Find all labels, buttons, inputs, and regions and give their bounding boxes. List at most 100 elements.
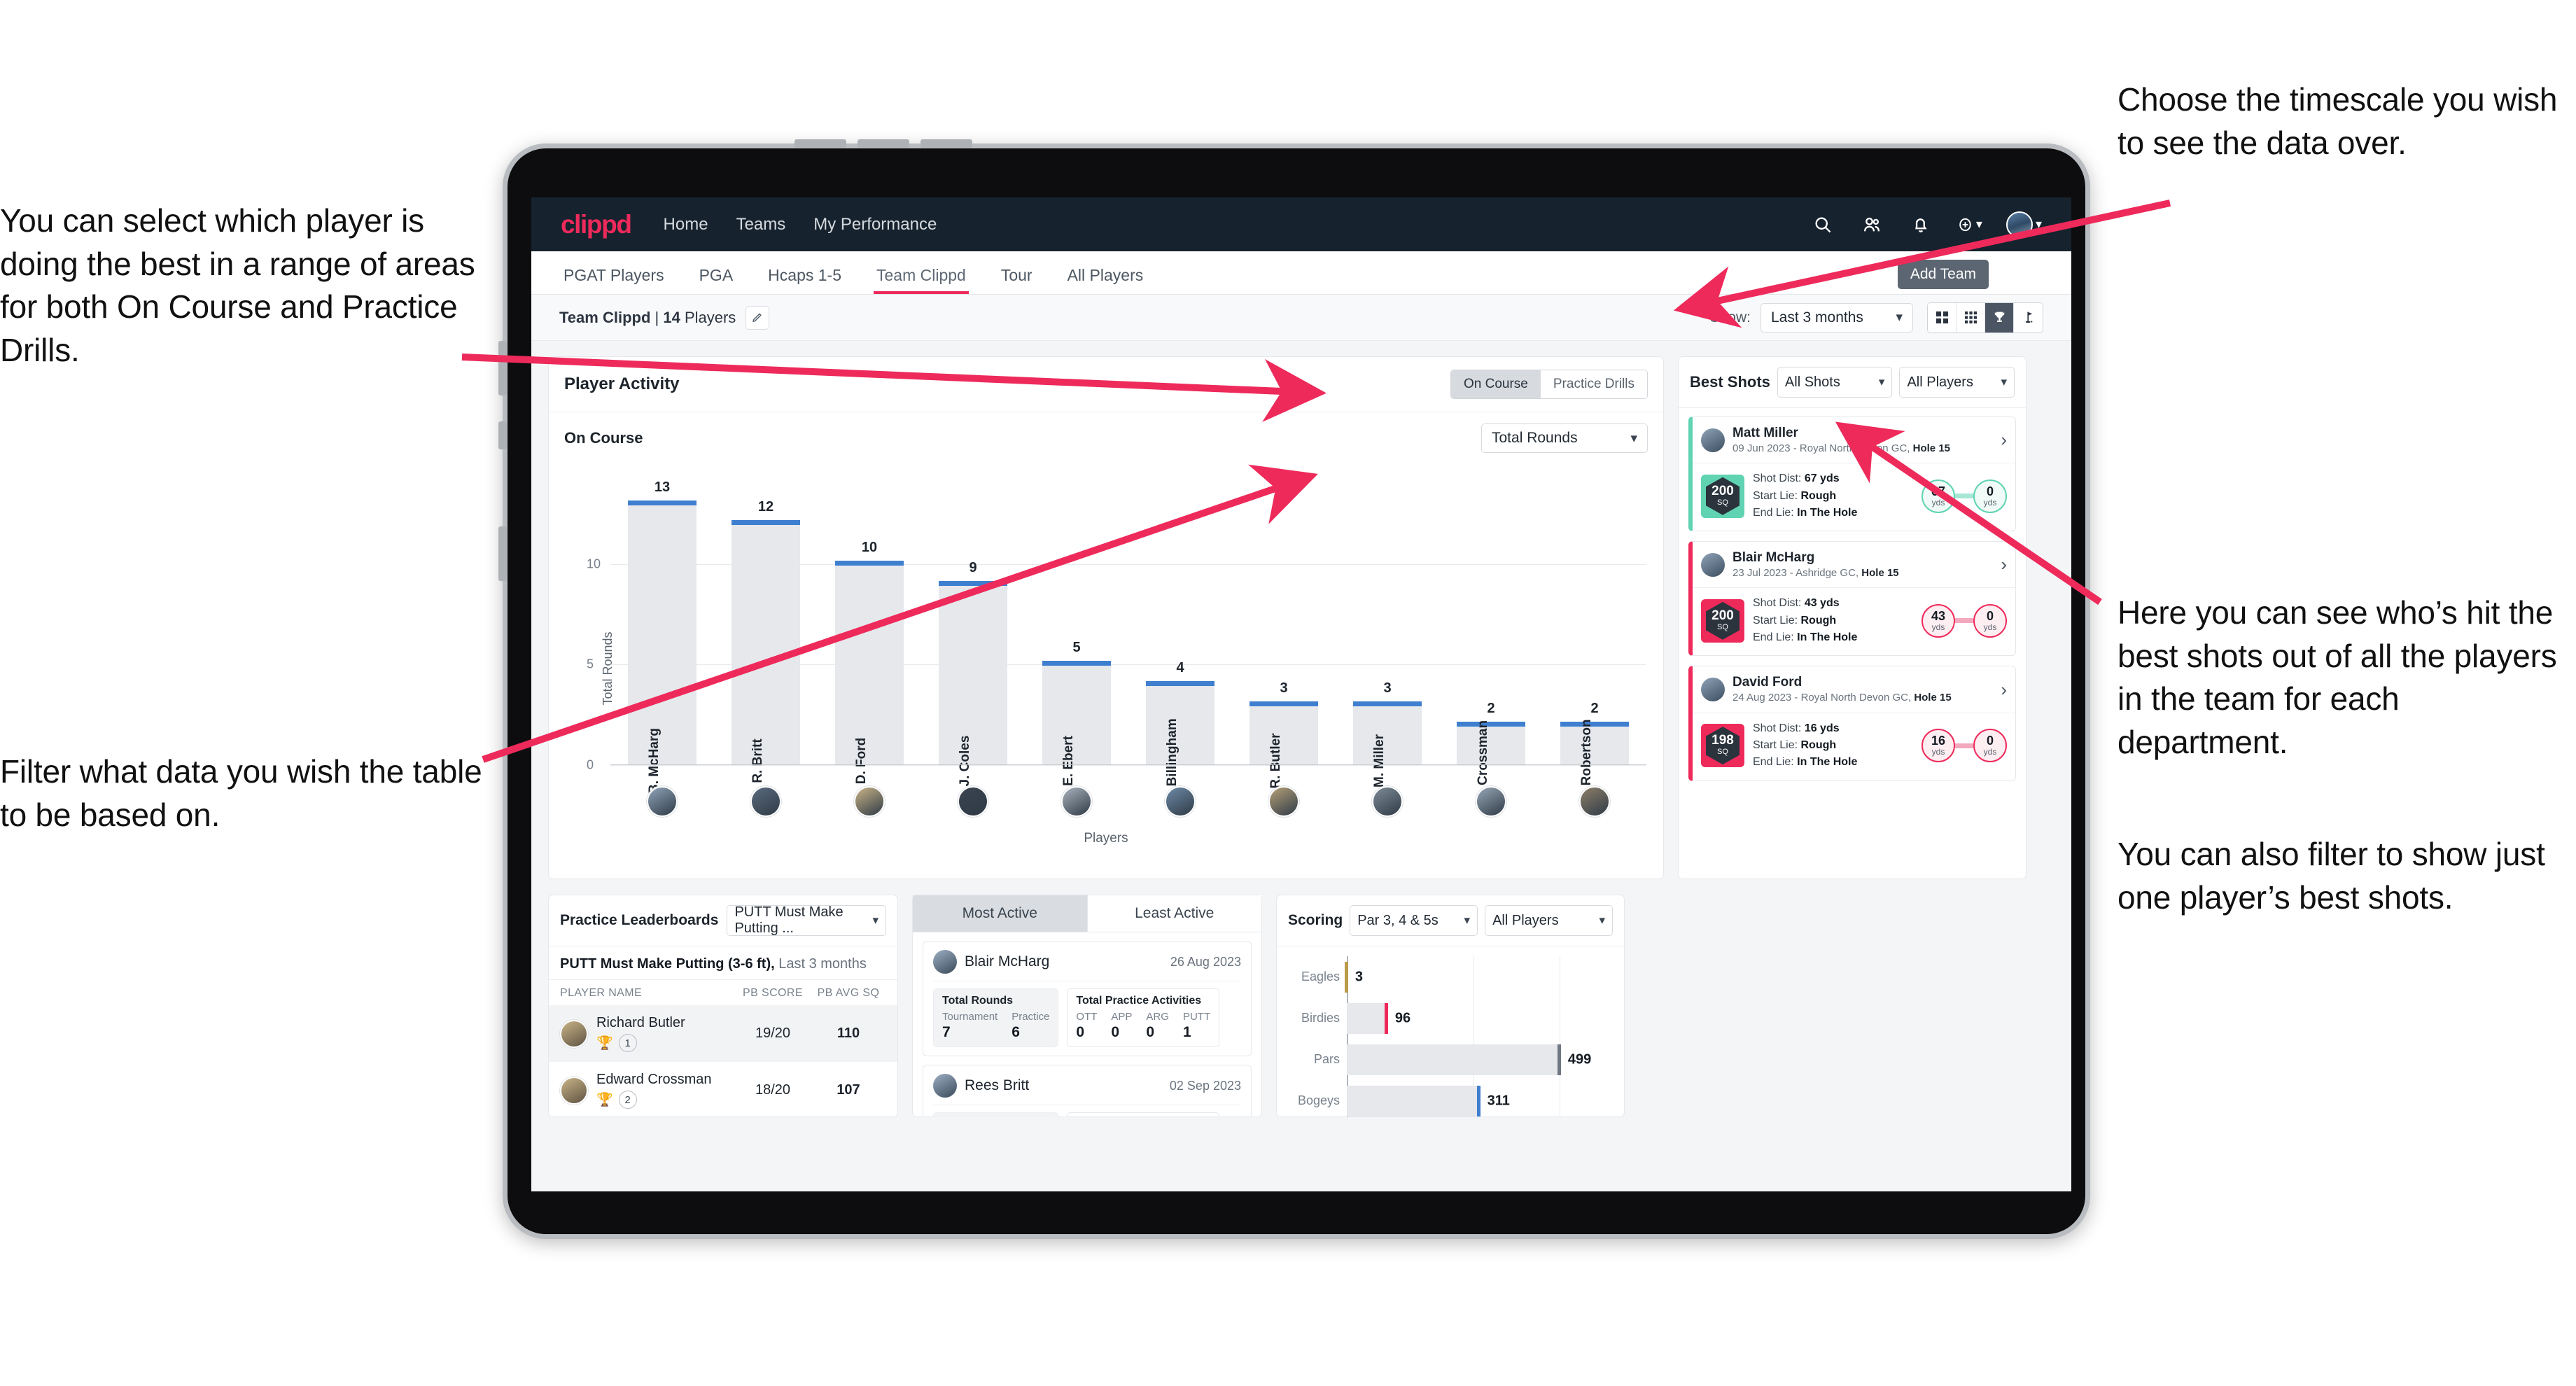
best-shot-hole: Hole 15: [1861, 566, 1899, 579]
end-lie-row: End Lie: In The Hole: [1753, 756, 1858, 769]
nav-link-teams[interactable]: Teams: [736, 215, 786, 234]
chevron-down-icon: ▾: [872, 913, 878, 927]
tab-pgat-players[interactable]: PGAT Players: [561, 266, 667, 294]
best-shot-meta: 23 Jul 2023 - Ashridge GC, Hole 15: [1732, 566, 1899, 579]
scoring-bar-tip: [1344, 961, 1348, 993]
practice-leaderboards-header: Practice Leaderboards PUTT Must Make Put…: [549, 895, 897, 946]
scoring-bar: [1347, 1044, 1561, 1075]
drill-select[interactable]: PUTT Must Make Putting ... ▾: [727, 904, 886, 936]
tab-hcaps-1-5[interactable]: Hcaps 1-5: [765, 266, 844, 294]
bar-category-label: R. Butler: [1268, 733, 1283, 789]
best-shot-body: 198 SQ Shot Dist: 16 yds Start Lie: Rough En…: [1693, 712, 2015, 780]
activity-player-name: Rees Britt: [965, 1077, 1030, 1093]
chart-bar-column: 9 J. Coles: [921, 484, 1025, 786]
trophy-icon[interactable]: [1985, 302, 2014, 332]
scoring-par-filter[interactable]: Par 3, 4 & 5s ▾: [1350, 905, 1478, 936]
annotation-right-top: Choose the timescale you wish to see the…: [2118, 81, 2558, 161]
chevron-right-icon[interactable]: ›: [2001, 679, 2007, 701]
practice-leaderboards-rows: Richard Butler 🏆 1 19/20 110 Edward Crossman 🏆…: [549, 1005, 897, 1117]
timescale-select[interactable]: Last 3 months ▾: [1760, 302, 1913, 332]
best-shot-header: David Ford 24 Aug 2023 - Royal North Devo…: [1693, 666, 2015, 712]
practice-leaderboards-subtitle: PUTT Must Make Putting (3-6 ft), Last 3 …: [549, 946, 897, 980]
practice-metric-label: PUTT: [1182, 1011, 1211, 1023]
end-lie-value: In The Hole: [1797, 631, 1858, 644]
chart-avatar-cell[interactable]: [1439, 786, 1543, 817]
chart-avatar-cell[interactable]: [610, 786, 714, 817]
annotation-left-bottom: Filter what data you wish the table to b…: [0, 753, 482, 833]
best-shot-header: Matt Miller 09 Jun 2023 - Royal North Dev…: [1693, 417, 2015, 463]
chevron-down-icon: ▾: [2035, 217, 2042, 231]
end-lie-row: End Lie: In The Hole: [1753, 631, 1858, 644]
chart-avatar-cell[interactable]: [921, 786, 1025, 817]
best-shot-card[interactable]: Blair McHarg 23 Jul 2023 - Ashridge GC, H…: [1688, 541, 2016, 657]
shot-quality-value: 200: [1712, 608, 1734, 623]
best-shots-list: Matt Miller 09 Jun 2023 - Royal North Dev…: [1679, 408, 2026, 790]
avatar: [750, 786, 781, 817]
metric-select[interactable]: Total Rounds ▾: [1481, 424, 1648, 453]
leaderboard-player-name: Edward Crossman: [596, 1072, 712, 1087]
practice-metric-label: ARG: [1146, 1011, 1169, 1023]
bell-icon[interactable]: [1908, 212, 1933, 237]
chart-avatar-cell[interactable]: [1232, 786, 1336, 817]
activity-item[interactable]: Rees Britt 02 Sep 2023 Total RoundsTournam…: [923, 1065, 1252, 1117]
tab-all-players[interactable]: All Players: [1065, 266, 1147, 294]
screenshot-stage: You can select which player is doing the…: [0, 0, 2576, 1386]
tab-team-clippd[interactable]: Team Clippd: [874, 266, 969, 294]
activity-item[interactable]: Blair McHarg 26 Aug 2023 Total Rounds Tourn…: [923, 941, 1252, 1056]
chart-avatar-cell[interactable]: [1543, 786, 1646, 817]
segment-on-course[interactable]: On Course: [1451, 370, 1541, 398]
plus-circle-icon[interactable]: ▾: [1957, 212, 1982, 237]
scoring-value: 311: [1487, 1093, 1510, 1108]
grid-small-icon[interactable]: [1956, 302, 1985, 332]
chart-avatar-cell[interactable]: [714, 786, 818, 817]
best-shots-title: Best Shots: [1690, 373, 1770, 391]
chart-bar-column: 3 R. Butler: [1232, 484, 1336, 789]
tab-most-active[interactable]: Most Active: [913, 895, 1088, 932]
nav-link-home[interactable]: Home: [664, 215, 708, 234]
tab-tour[interactable]: Tour: [998, 266, 1035, 294]
bar-category-label: M. Miller: [1371, 734, 1387, 788]
chart-avatar-cell[interactable]: [1128, 786, 1232, 817]
avatar: [1372, 786, 1403, 817]
table-row[interactable]: Richard Butler 🏆 1 19/20 110: [549, 1005, 897, 1062]
best-shot-card[interactable]: David Ford 24 Aug 2023 - Royal North Devo…: [1688, 666, 2016, 781]
chevron-down-icon: ▾: [1878, 375, 1885, 388]
chart-avatar-cell[interactable]: [818, 786, 921, 817]
avatar: [854, 786, 885, 817]
chart-bar-column: 3 M. Miller: [1336, 484, 1439, 788]
rounds-metric-label: Practice: [1011, 1011, 1050, 1023]
timescale-value: Last 3 months: [1771, 309, 1863, 326]
app-logo[interactable]: clippd: [561, 210, 632, 239]
search-icon[interactable]: [1810, 212, 1835, 237]
chart-avatar-cell[interactable]: [1025, 786, 1128, 817]
chart-avatar-cell[interactable]: [1336, 786, 1439, 817]
best-shots-shot-filter[interactable]: All Shots ▾: [1777, 367, 1893, 398]
avatar-icon[interactable]: ▾: [2005, 211, 2042, 238]
bar: E. Crossman: [1457, 720, 1525, 802]
segment-practice-drills[interactable]: Practice Drills: [1540, 370, 1647, 398]
pencil-icon[interactable]: [746, 305, 770, 330]
hexagon-icon: 200 SQ: [1706, 601, 1740, 640]
tab-least-active[interactable]: Least Active: [1087, 895, 1261, 932]
leaderboard-badges: 🏆 2: [596, 1091, 735, 1109]
table-row[interactable]: Edward Crossman 🏆 2 18/20 107: [549, 1062, 897, 1117]
shot-end-distance: 0 yds: [1973, 603, 2007, 638]
scoring-player-filter[interactable]: All Players ▾: [1485, 905, 1613, 936]
tab-pga[interactable]: PGA: [696, 266, 736, 294]
avatar: [2005, 211, 2033, 238]
chevron-down-icon: ▾: [1630, 430, 1637, 446]
flag-icon[interactable]: [2014, 302, 2043, 332]
bar-category-label: J. Coles: [957, 735, 972, 787]
chevron-right-icon[interactable]: ›: [2001, 554, 2007, 575]
add-team-tooltip: Add Team: [1897, 260, 1989, 289]
grid-large-icon[interactable]: [1928, 302, 1956, 332]
chevron-right-icon[interactable]: ›: [2001, 429, 2007, 451]
chart-bar-column: 4 D. Billingham: [1128, 484, 1232, 804]
scoring-value: 96: [1394, 1010, 1411, 1026]
chevron-down-icon: ▾: [1464, 913, 1471, 927]
end-lie-row: End Lie: In The Hole: [1753, 506, 1858, 519]
best-shots-player-filter[interactable]: All Players ▾: [1899, 367, 2015, 398]
nav-link-my-performance[interactable]: My Performance: [813, 215, 937, 234]
best-shot-card[interactable]: Matt Miller 09 Jun 2023 - Royal North Dev…: [1688, 416, 2016, 532]
people-icon[interactable]: [1859, 212, 1884, 237]
